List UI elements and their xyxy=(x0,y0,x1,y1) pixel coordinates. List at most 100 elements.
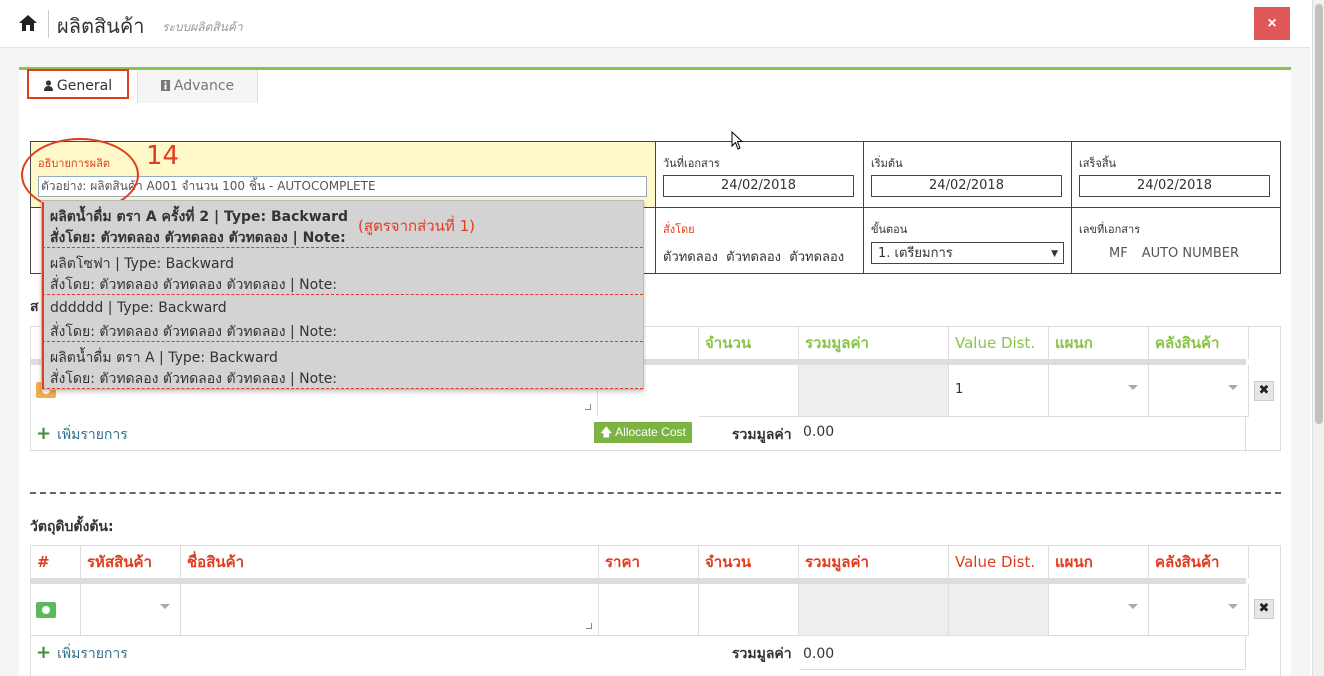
start-date-input[interactable]: 24/02/2018 xyxy=(871,175,1062,197)
autocomplete-item-subtitle: สั่งโดย: ตัวทดลอง ตัวทดลอง ตัวทดลอง | No… xyxy=(50,230,346,246)
doc-date-input[interactable]: 24/02/2018 xyxy=(663,175,854,197)
resize-handle-icon[interactable] xyxy=(585,404,591,410)
autocomplete-dropdown: ผลิตน้ำดื่ม ตรา A ครั้งที่ 2 | Type: Bac… xyxy=(41,200,644,390)
products-add-item-label: เพิ่มรายการ xyxy=(57,427,128,443)
materials-add-item-label: เพิ่มรายการ xyxy=(57,646,128,662)
annotation-line xyxy=(42,202,44,388)
doc-no-auto: AUTO NUMBER xyxy=(1141,246,1240,261)
materials-total-value: 0.00 xyxy=(803,646,835,662)
products-header-value-dist: Value Dist. xyxy=(949,327,1049,359)
materials-code-select[interactable] xyxy=(81,584,181,636)
autocomplete-item[interactable]: ผลิตน้ำดื่ม ตรา A | Type: Backward สั่งโ… xyxy=(42,342,643,389)
products-dept-select[interactable] xyxy=(1049,365,1149,417)
materials-row-toggle-button[interactable] xyxy=(36,602,56,618)
products-total-cell xyxy=(799,365,949,417)
doc-no-prefix: MF xyxy=(1109,246,1128,261)
autocomplete-item-title: ผลิตโซฟา | Type: Backward xyxy=(50,256,235,272)
products-header-warehouse: คลังสินค้า xyxy=(1149,327,1249,359)
materials-header-total: รวมมูลค่า xyxy=(799,546,949,578)
materials-name-textarea[interactable] xyxy=(181,584,599,636)
page: ผลิตสินค้า ระบบผลิตสินค้า × General Adva… xyxy=(0,0,1310,676)
caret-down-icon: ▼ xyxy=(1051,249,1058,259)
materials-remove-row-button[interactable]: ✖ xyxy=(1254,599,1274,619)
start-date-label: เริ่มต้น xyxy=(871,157,903,170)
chevron-down-icon xyxy=(1128,385,1138,390)
annotation-box xyxy=(27,69,129,99)
home-icon[interactable] xyxy=(18,14,38,32)
top-bar: ผลิตสินค้า ระบบผลิตสินค้า × xyxy=(0,0,1310,48)
materials-warehouse-select[interactable] xyxy=(1149,584,1249,636)
vertical-scrollbar[interactable] xyxy=(1312,0,1324,676)
tab-bar: General Advance xyxy=(19,67,1291,104)
materials-header-warehouse: คลังสินค้า xyxy=(1149,546,1249,578)
step-label: ขั้นตอน xyxy=(871,223,908,236)
materials-total-label: รวมมูลค่า xyxy=(732,646,792,662)
resize-handle-icon[interactable] xyxy=(586,623,592,629)
products-header-total: รวมมูลค่า xyxy=(799,327,949,359)
materials-header-qty: จำนวน xyxy=(699,546,799,578)
section-divider xyxy=(30,492,1281,494)
materials-section-title: วัตถุดิบตั้งต้น: xyxy=(30,519,114,535)
annotation-number: 14 xyxy=(146,141,180,171)
materials-table: # รหัสสินค้า ชื่อสินค้า ราคา จำนวน รวมมู… xyxy=(30,545,1281,676)
materials-total-cell xyxy=(799,584,949,636)
materials-dept-select[interactable] xyxy=(1049,584,1149,636)
products-total-value: 0.00 xyxy=(803,424,835,440)
materials-add-item-link[interactable]: + เพิ่มรายการ xyxy=(36,642,128,665)
info-icon xyxy=(160,80,170,91)
autocomplete-item[interactable]: ผลิตโซฟา | Type: Backward สั่งโดย: ตัวทด… xyxy=(42,248,643,295)
materials-price-cell[interactable] xyxy=(599,584,699,636)
autocomplete-item-subtitle: สั่งโดย: ตัวทดลอง ตัวทดลอง ตัวทดลอง | No… xyxy=(50,324,338,340)
plus-icon: + xyxy=(36,423,52,444)
step-cell: ขั้นตอน 1. เตรียมการ ▼ xyxy=(864,208,1072,274)
autocomplete-item[interactable]: ผลิตน้ำดื่ม ตรา A ครั้งที่ 2 | Type: Bac… xyxy=(42,201,643,248)
doc-no-value: MF AUTO NUMBER xyxy=(1109,246,1239,261)
autocomplete-item-title: ผลิตน้ำดื่ม ตรา A ครั้งที่ 2 | Type: Bac… xyxy=(50,209,349,225)
page-title: ผลิตสินค้า xyxy=(57,14,145,38)
materials-header-name: ชื่อสินค้า xyxy=(181,546,599,578)
materials-qty-cell[interactable] xyxy=(699,584,799,636)
start-date-cell: เริ่มต้น 24/02/2018 xyxy=(864,142,1072,208)
tab-advance-label: Advance xyxy=(173,78,235,94)
products-qty-cell[interactable] xyxy=(699,365,799,417)
materials-header-price: ราคา xyxy=(599,546,699,578)
ordered-by-cell: สั่งโดย ตัวทดลอง ตัวทดลอง ตัวทดลอง xyxy=(656,208,864,274)
scrollbar-thumb[interactable] xyxy=(1315,4,1323,424)
products-total-label: รวมมูลค่า xyxy=(732,427,792,443)
close-button[interactable]: × xyxy=(1254,7,1290,40)
doc-date-label: วันที่เอกสาร xyxy=(663,157,720,170)
autocomplete-item-title: dddddd | Type: Backward xyxy=(50,300,227,316)
materials-header-code: รหัสสินค้า xyxy=(81,546,181,578)
products-header-dept: แผนก xyxy=(1049,327,1149,359)
step-select[interactable]: 1. เตรียมการ ▼ xyxy=(871,242,1064,264)
title-divider xyxy=(48,10,49,38)
autocomplete-item[interactable]: dddddd | Type: Backward สั่งโดย: ตัวทดลอ… xyxy=(42,295,643,342)
doc-no-label: เลขที่เอกสาร xyxy=(1079,223,1141,236)
products-section-title: ส xyxy=(30,299,39,315)
materials-header-hash: # xyxy=(31,546,81,578)
products-remove-row-button[interactable]: ✖ xyxy=(1254,381,1274,401)
annotation-note: (สูตรจากส่วนที่ 1) xyxy=(358,217,475,235)
materials-header-value-dist: Value Dist. xyxy=(949,546,1049,578)
allocate-cost-button[interactable]: 🡅 Allocate Cost xyxy=(594,422,692,443)
products-value-dist-cell[interactable]: 1 xyxy=(949,365,1049,417)
tab-advance[interactable]: Advance xyxy=(138,70,258,103)
autocomplete-item-subtitle: สั่งโดย: ตัวทดลอง ตัวทดลอง ตัวทดลอง | No… xyxy=(50,277,338,293)
products-warehouse-select[interactable] xyxy=(1149,365,1249,417)
ordered-by-label: สั่งโดย xyxy=(663,223,695,236)
chevron-down-icon xyxy=(1228,604,1238,609)
plus-icon: + xyxy=(36,642,52,663)
materials-header-dept: แผนก xyxy=(1049,546,1149,578)
end-date-cell: เสร็จสิ้น 24/02/2018 xyxy=(1072,142,1281,208)
ordered-by-value: ตัวทดลอง ตัวทดลอง ตัวทดลอง xyxy=(663,250,845,265)
arrow-up-icon: 🡅 xyxy=(600,425,616,439)
products-add-item-link[interactable]: + เพิ่มรายการ xyxy=(36,423,128,446)
doc-date-cell: วันที่เอกสาร 24/02/2018 xyxy=(656,142,864,208)
end-date-input[interactable]: 24/02/2018 xyxy=(1079,175,1270,197)
mouse-cursor-icon xyxy=(731,131,744,150)
autocomplete-item-title: ผลิตน้ำดื่ม ตรา A | Type: Backward xyxy=(50,350,278,366)
products-header-qty: จำนวน xyxy=(699,327,799,359)
page-subtitle: ระบบผลิตสินค้า xyxy=(162,20,243,34)
chevron-down-icon xyxy=(1228,385,1238,390)
chevron-down-icon xyxy=(160,604,170,609)
